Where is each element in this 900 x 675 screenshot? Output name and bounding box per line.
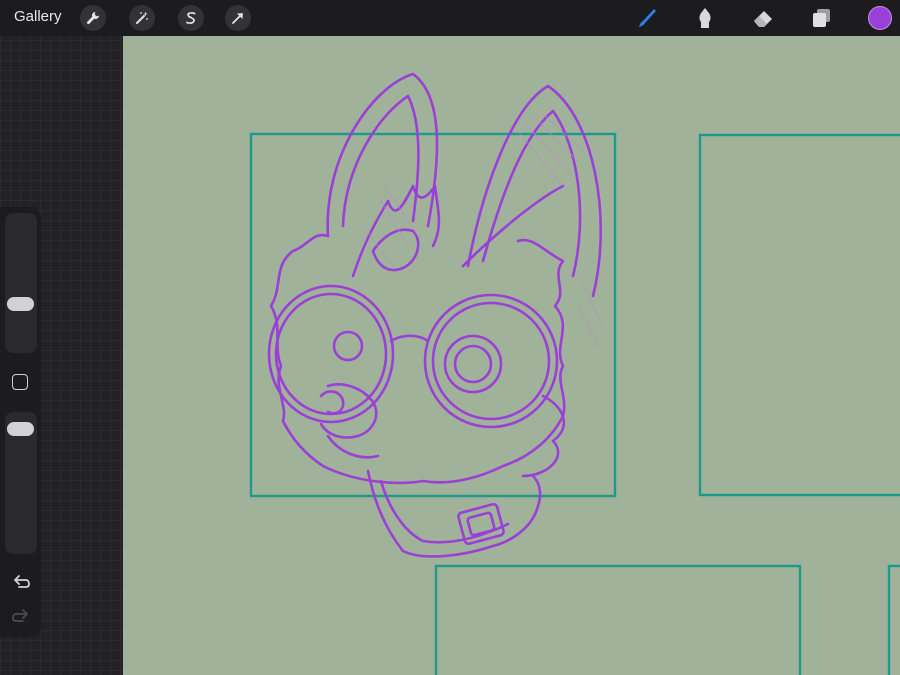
panel-frame-3 — [434, 564, 802, 675]
drawing-canvas[interactable] — [123, 36, 900, 675]
color-picker-button[interactable] — [868, 6, 892, 30]
panel-frame-4 — [887, 564, 900, 675]
brush-size-slider[interactable] — [5, 213, 37, 353]
top-toolbar: Gallery — [0, 0, 900, 36]
left-sidebar — [0, 207, 41, 637]
modifier-button[interactable] — [12, 374, 28, 390]
panel-frames — [249, 132, 900, 675]
opacity-slider[interactable] — [5, 412, 37, 554]
layers-icon[interactable] — [808, 5, 834, 31]
transform-arrow-icon[interactable] — [225, 5, 251, 31]
wrench-icon[interactable] — [80, 5, 106, 31]
gallery-button[interactable]: Gallery — [14, 8, 62, 25]
opacity-knob[interactable] — [7, 422, 34, 436]
panel-frame-2 — [698, 133, 900, 497]
eraser-icon[interactable] — [750, 5, 776, 31]
smudge-icon[interactable] — [692, 5, 718, 31]
redo-icon[interactable] — [10, 605, 32, 627]
magic-wand-icon[interactable] — [129, 5, 155, 31]
selection-s-icon[interactable] — [178, 5, 204, 31]
undo-icon[interactable] — [10, 571, 32, 593]
artwork — [249, 72, 900, 675]
character-sketch — [267, 72, 603, 558]
brush-size-knob[interactable] — [7, 297, 34, 311]
brush-icon[interactable] — [634, 5, 660, 31]
